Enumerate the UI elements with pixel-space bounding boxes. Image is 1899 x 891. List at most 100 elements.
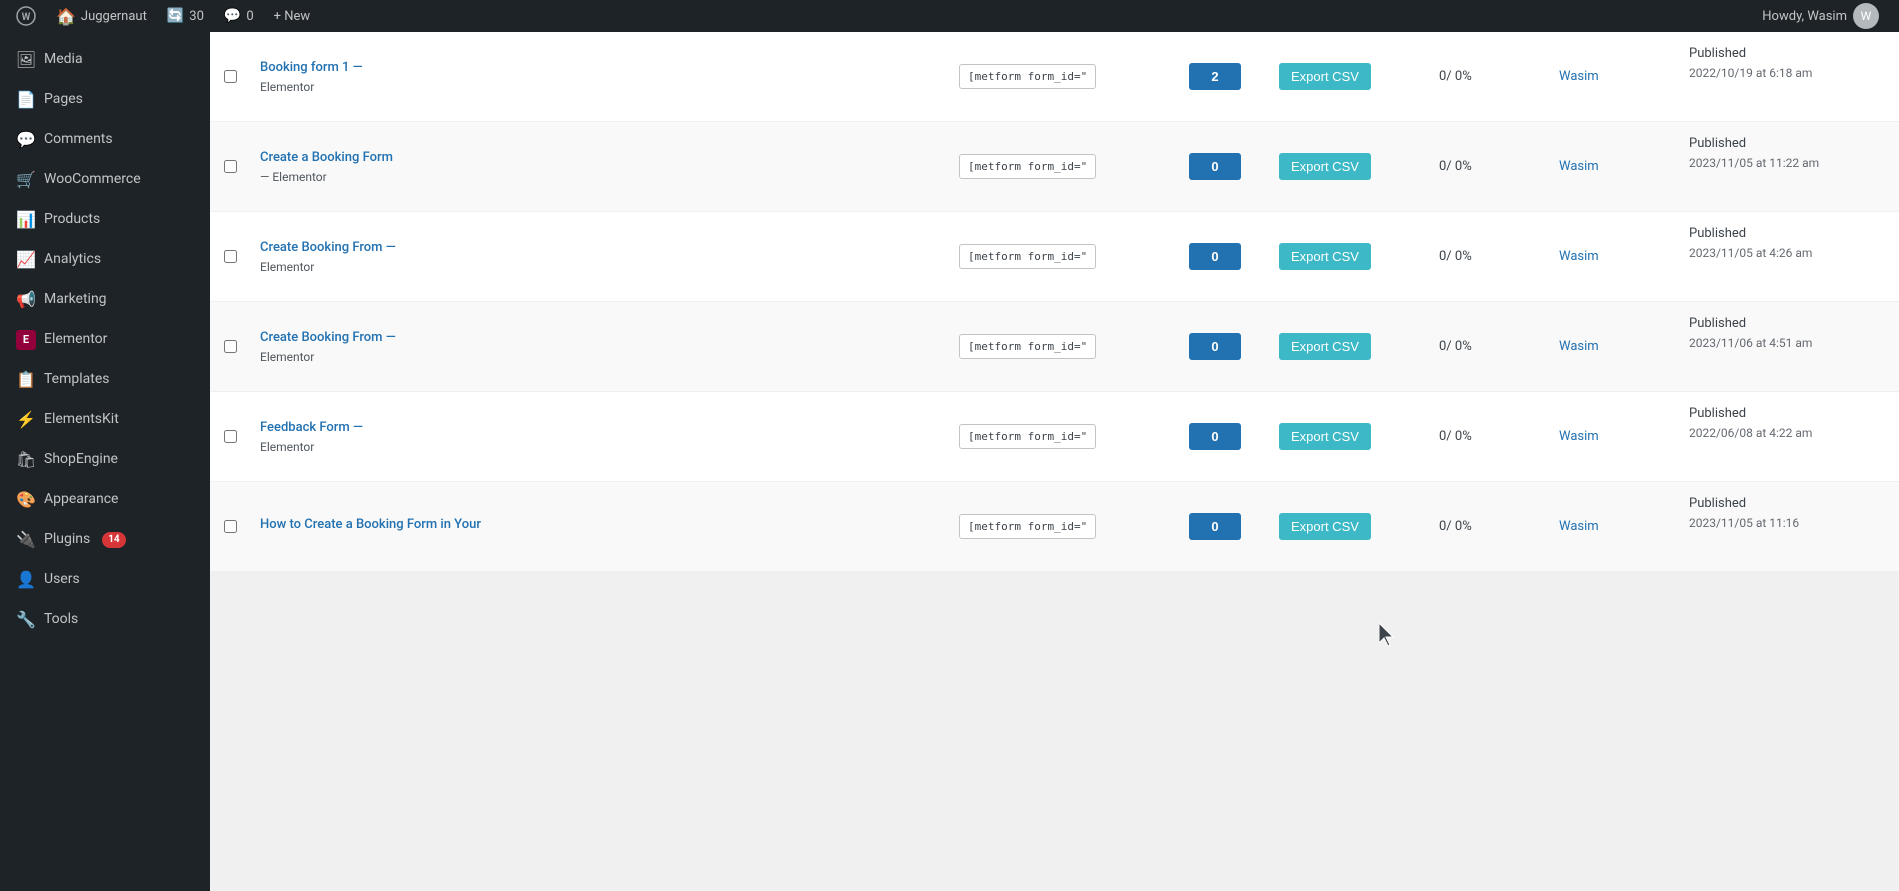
row4-shortcode-cell: [metform form_id=" <box>949 302 1179 391</box>
users-icon: 👤 <box>16 570 36 590</box>
row4-checkbox[interactable] <box>224 340 237 353</box>
row3-count-button[interactable]: 0 <box>1189 243 1241 270</box>
forms-table: Booking form 1 — Elementor [metform form… <box>210 32 1899 572</box>
row6-checkbox-cell[interactable] <box>210 482 250 571</box>
row6-checkbox[interactable] <box>224 520 237 533</box>
row6-count-cell: 0 <box>1179 482 1269 571</box>
marketing-icon: 📢 <box>16 290 36 310</box>
row4-shortcode[interactable]: [metform form_id=" <box>959 334 1096 359</box>
row3-checkbox-cell[interactable] <box>210 212 250 301</box>
row4-export-button[interactable]: Export CSV <box>1279 333 1371 360</box>
sidebar-item-media[interactable]: 🖼 Media <box>0 40 210 80</box>
row1-export-button[interactable]: Export CSV <box>1279 63 1371 90</box>
sidebar-label-tools: Tools <box>44 610 78 630</box>
row2-author-cell[interactable]: Wasim <box>1549 122 1679 211</box>
row4-date: 2023/11/06 at 4:51 am <box>1689 334 1812 352</box>
row6-count-button[interactable]: 0 <box>1189 513 1241 540</box>
row6-author-cell[interactable]: Wasim <box>1549 482 1679 571</box>
row5-author-cell[interactable]: Wasim <box>1549 392 1679 481</box>
row5-checkbox-cell[interactable] <box>210 392 250 481</box>
sidebar-label-analytics: Analytics <box>44 250 101 270</box>
sidebar-item-elementskit[interactable]: ⚡ ElementsKit <box>0 400 210 440</box>
shopengine-icon: 🛍 <box>16 450 36 470</box>
table-row: Booking form 1 — Elementor [metform form… <box>210 32 1899 122</box>
row1-author: Wasim <box>1559 69 1599 84</box>
row4-count-button[interactable]: 0 <box>1189 333 1241 360</box>
row4-count-cell: 0 <box>1179 302 1269 391</box>
row2-checkbox[interactable] <box>224 160 237 173</box>
row1-count-button[interactable]: 2 <box>1189 63 1241 90</box>
sidebar-item-tools[interactable]: 🔧 Tools <box>0 600 210 640</box>
sidebar-item-users[interactable]: 👤 Users <box>0 560 210 600</box>
sidebar-menu: 🖼 Media 📄 Pages 💬 Comments 🛒 WooCommerce… <box>0 40 210 640</box>
admin-bar-comments[interactable]: 💬 0 <box>216 0 262 32</box>
admin-bar-wp-logo[interactable]: W <box>8 0 44 32</box>
sidebar-item-appearance[interactable]: 🎨 Appearance <box>0 480 210 520</box>
sidebar-item-plugins[interactable]: 🔌 Plugins 14 <box>0 520 210 560</box>
sidebar-item-comments[interactable]: 💬 Comments <box>0 120 210 160</box>
row6-export-button[interactable]: Export CSV <box>1279 513 1371 540</box>
row5-author: Wasim <box>1559 429 1599 444</box>
row2-title-cell: Create a Booking Form — Elementor <box>250 122 949 211</box>
row2-shortcode[interactable]: [metform form_id=" <box>959 154 1096 179</box>
row3-title-link[interactable]: Create Booking From — <box>260 239 396 257</box>
row1-author-cell[interactable]: Wasim <box>1549 32 1679 121</box>
row2-shortcode-cell: [metform form_id=" <box>949 122 1179 211</box>
row3-checkbox[interactable] <box>224 250 237 263</box>
row2-date: 2023/11/05 at 11:22 am <box>1689 154 1819 172</box>
row3-export-button[interactable]: Export CSV <box>1279 243 1371 270</box>
row5-export-button[interactable]: Export CSV <box>1279 423 1371 450</box>
row6-title-link[interactable]: How to Create a Booking Form in Your <box>260 516 481 534</box>
sidebar-label-woocommerce: WooCommerce <box>44 170 141 190</box>
row4-author-cell[interactable]: Wasim <box>1549 302 1679 391</box>
table-row: Create Booking From — Elementor [metform… <box>210 302 1899 392</box>
row3-shortcode[interactable]: [metform form_id=" <box>959 244 1096 269</box>
row2-count-button[interactable]: 0 <box>1189 153 1241 180</box>
admin-bar-howdy[interactable]: Howdy, Wasim W <box>1750 3 1891 29</box>
row3-status: Published <box>1689 224 1746 244</box>
row1-shortcode[interactable]: [metform form_id=" <box>959 64 1096 89</box>
row3-author-cell[interactable]: Wasim <box>1549 212 1679 301</box>
row3-date: 2023/11/05 at 4:26 am <box>1689 244 1812 262</box>
row1-title-link[interactable]: Booking form 1 — <box>260 59 363 77</box>
row5-title-link[interactable]: Feedback Form — <box>260 419 363 437</box>
row1-checkbox[interactable] <box>224 70 237 83</box>
sidebar-item-marketing[interactable]: 📢 Marketing <box>0 280 210 320</box>
row1-checkbox-cell[interactable] <box>210 32 250 121</box>
row2-checkbox-cell[interactable] <box>210 122 250 211</box>
sidebar-item-products[interactable]: 📊 Products <box>0 200 210 240</box>
row5-count-button[interactable]: 0 <box>1189 423 1241 450</box>
row4-checkbox-cell[interactable] <box>210 302 250 391</box>
elementskit-icon: ⚡ <box>16 410 36 430</box>
row1-count-cell: 2 <box>1179 32 1269 121</box>
row4-title-link[interactable]: Create Booking From — <box>260 329 396 347</box>
plugins-badge: 14 <box>102 532 125 548</box>
row5-title-cell: Feedback Form — Elementor <box>250 392 949 481</box>
table-row: Create a Booking Form — Elementor [metfo… <box>210 122 1899 212</box>
sidebar-item-analytics[interactable]: 📈 Analytics <box>0 240 210 280</box>
sidebar-item-templates[interactable]: 📋 Templates <box>0 360 210 400</box>
row6-date-cell: Published 2023/11/05 at 11:16 <box>1679 482 1899 571</box>
row5-shortcode[interactable]: [metform form_id=" <box>959 424 1096 449</box>
sidebar-item-elementor[interactable]: E Elementor <box>0 320 210 360</box>
plugins-icon: 🔌 <box>16 530 36 550</box>
row6-shortcode[interactable]: [metform form_id=" <box>959 514 1096 539</box>
row1-title-cell: Booking form 1 — Elementor <box>250 32 949 121</box>
sidebar-label-users: Users <box>44 570 80 590</box>
admin-bar-site-name[interactable]: 🏠 Juggernaut <box>48 0 155 32</box>
row6-stats-cell: 0/ 0% <box>1429 482 1549 571</box>
row5-checkbox[interactable] <box>224 430 237 443</box>
row4-export-cell: Export CSV <box>1269 302 1429 391</box>
sidebar-item-pages[interactable]: 📄 Pages <box>0 80 210 120</box>
admin-bar-new[interactable]: + New <box>266 0 319 32</box>
sidebar-item-woocommerce[interactable]: 🛒 WooCommerce <box>0 160 210 200</box>
row1-date-cell: Published 2022/10/19 at 6:18 am <box>1679 32 1899 121</box>
comments-icon: 💬 <box>16 130 36 150</box>
sidebar-item-shopengine[interactable]: 🛍 ShopEngine <box>0 440 210 480</box>
row5-export-cell: Export CSV <box>1269 392 1429 481</box>
row2-title-link[interactable]: Create a Booking Form <box>260 149 393 167</box>
row2-export-button[interactable]: Export CSV <box>1279 153 1371 180</box>
row6-date: 2023/11/05 at 11:16 <box>1689 514 1799 532</box>
row1-stats-cell: 0/ 0% <box>1429 32 1549 121</box>
admin-bar-updates[interactable]: 🔄 30 <box>159 0 212 32</box>
